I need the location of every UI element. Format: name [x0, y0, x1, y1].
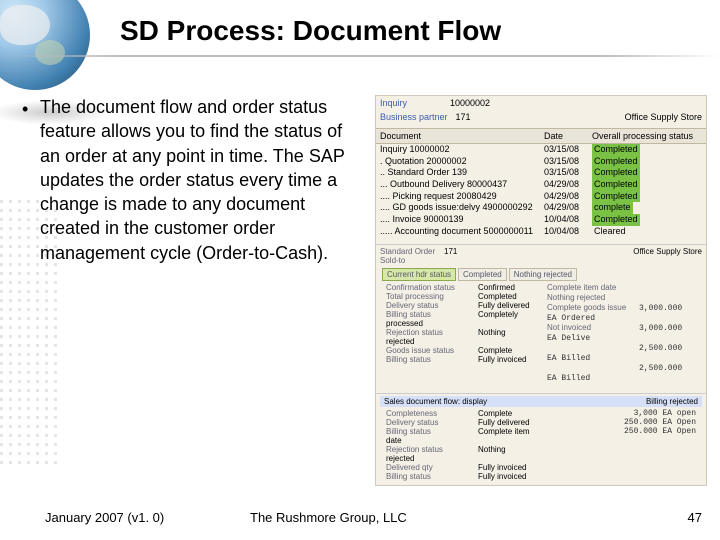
table-row: ... Outbound Delivery 8000043704/29/08Co…	[376, 179, 706, 191]
sap-detail-left-1: Confirmation statusConfirmedTotal proces…	[380, 281, 541, 385]
slide-body: • The document flow and order status fea…	[40, 95, 360, 265]
sap-tab[interactable]: Completed	[458, 268, 507, 281]
table-row: .... GD goods issue:delvy 490000029204/2…	[376, 202, 706, 214]
sap-header-row1: Inquiry 10000002	[376, 96, 706, 110]
table-row: .. Standard Order 13903/15/08Completed	[376, 167, 706, 179]
bp-value: 171	[456, 112, 471, 122]
table-row: .... Picking request 2008042904/29/08Com…	[376, 191, 706, 203]
blue-line-right: Billing rejected	[646, 397, 698, 406]
sap-header-row2: Business partner 171 Office Supply Store	[376, 110, 706, 124]
inquiry-value: 10000002	[450, 98, 490, 108]
std-order-label: Standard Order	[380, 247, 438, 256]
std-order-partner: Office Supply Store	[633, 247, 702, 256]
sap-tab[interactable]: Current hdr status	[382, 268, 456, 281]
col-date: Date	[544, 131, 592, 141]
sap-table-header: Document Date Overall processing status	[376, 128, 706, 144]
sap-sub-panel-1: Standard Order 171 Office Supply Store S…	[376, 244, 706, 387]
bullet-icon: •	[22, 97, 28, 121]
soldto-label: Sold-to	[380, 256, 438, 265]
sap-detail-left-2: CompletenessCompleteDelivery statusFully…	[380, 407, 541, 483]
std-order-val: 171	[444, 247, 457, 256]
col-status: Overall processing status	[592, 131, 702, 141]
footer-left: January 2007 (v1. 0)	[45, 510, 164, 525]
table-row: Inquiry 1000000203/15/08Completed	[376, 144, 706, 156]
body-paragraph: The document flow and order status featu…	[40, 97, 345, 263]
sap-detail-right-1: Complete item dateNothing rejectedComple…	[541, 281, 702, 385]
sap-tab-strip-1: Current hdr statusCompletedNothing rejec…	[380, 268, 702, 281]
sap-table-body: Inquiry 1000000203/15/08Completed. Quota…	[376, 144, 706, 238]
footer-center: The Rushmore Group, LLC	[250, 510, 407, 525]
sap-screenshot: Inquiry 10000002 Business partner 171 Of…	[375, 95, 707, 486]
sap-sub-panel-2: Sales document flow: display Billing rej…	[376, 393, 706, 485]
inquiry-label: Inquiry	[380, 98, 442, 108]
table-row: .... Invoice 9000013910/04/08Completed	[376, 214, 706, 226]
slide-title: SD Process: Document Flow	[120, 15, 501, 47]
sap-detail-right-2: 3,000 EA open250.000 EA Open250.000 EA O…	[541, 407, 702, 483]
blue-line-left: Sales document flow: display	[384, 397, 646, 406]
sap-tab[interactable]: Nothing rejected	[509, 268, 577, 281]
col-document: Document	[380, 131, 544, 141]
table-row: ..... Accounting document 500000001110/0…	[376, 226, 706, 238]
title-underline	[0, 55, 720, 57]
bp-name: Office Supply Store	[625, 112, 702, 122]
table-row: . Quotation 2000000203/15/08Completed	[376, 156, 706, 168]
page-number: 47	[688, 510, 702, 525]
sap-blue-line: Sales document flow: display Billing rej…	[380, 396, 702, 407]
bp-label: Business partner	[380, 112, 448, 122]
